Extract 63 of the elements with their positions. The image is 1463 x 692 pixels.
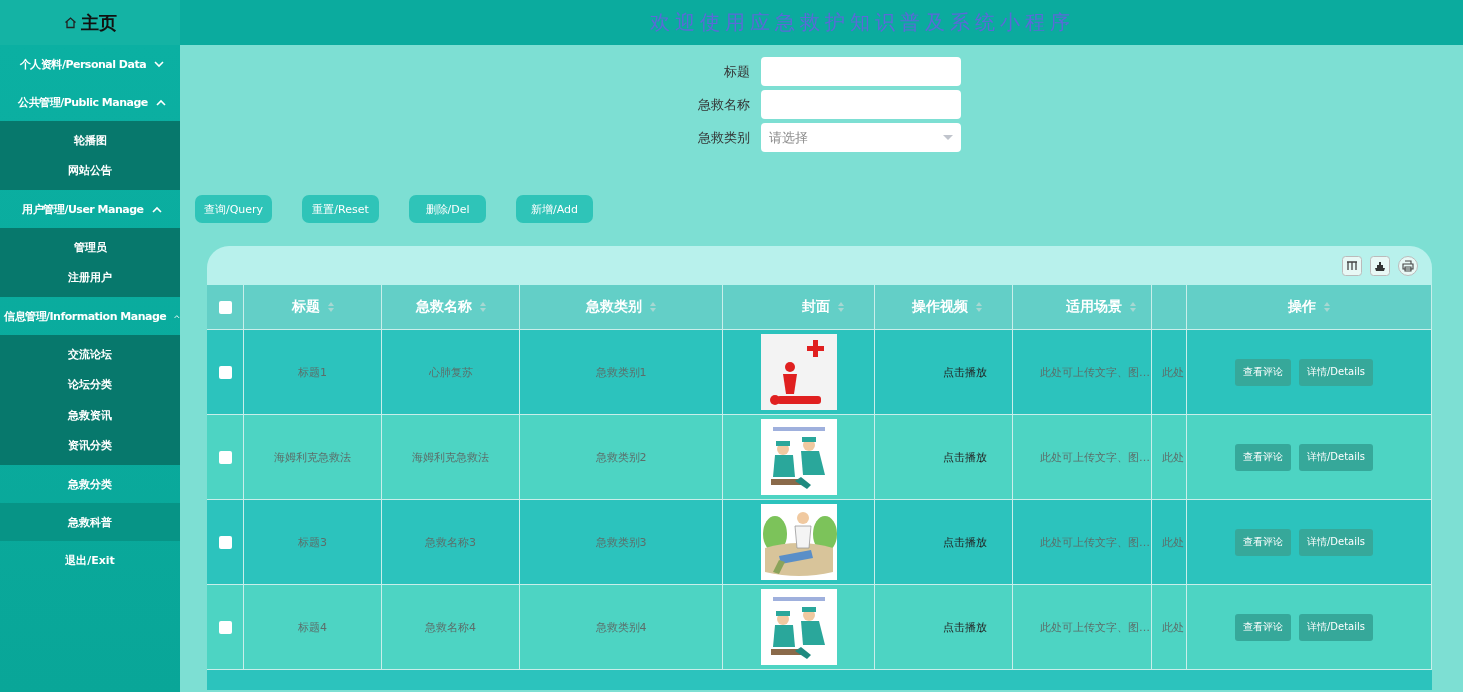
column-header[interactable]: 标题 bbox=[291, 298, 320, 316]
field-label: 标题 bbox=[723, 63, 750, 81]
menu-group[interactable]: 信息管理/Information Manage bbox=[0, 297, 180, 335]
row-action-button[interactable]: 查看评论 bbox=[1234, 443, 1291, 471]
sort-icon[interactable] bbox=[1130, 302, 1136, 312]
column-header[interactable]: 急救类别 bbox=[586, 298, 642, 316]
sort-icon[interactable] bbox=[479, 302, 486, 312]
columns-icon[interactable] bbox=[1342, 255, 1362, 276]
sort-icon[interactable] bbox=[650, 302, 656, 312]
column-header[interactable]: 封面 bbox=[802, 298, 830, 316]
menu-group[interactable]: 用户管理/User Manage bbox=[0, 190, 180, 228]
checkbox[interactable] bbox=[218, 535, 232, 549]
row-action-button[interactable]: 详情/Details bbox=[1298, 613, 1373, 641]
action-button[interactable]: 查询/Query bbox=[195, 195, 272, 223]
checkbox[interactable] bbox=[218, 620, 232, 634]
chevron-up-icon bbox=[174, 312, 180, 320]
menu-item[interactable]: 管理员 bbox=[0, 232, 180, 263]
menu-group[interactable]: 个人资料/Personal Data bbox=[0, 45, 180, 83]
menu-item[interactable]: 急救科普 bbox=[0, 503, 180, 541]
checkbox[interactable] bbox=[218, 365, 232, 379]
app-title: 欢迎使用应急救护知识普及系统小程序 bbox=[649, 9, 1076, 36]
sort-icon[interactable] bbox=[838, 302, 844, 312]
menu-item[interactable]: 网站公告 bbox=[0, 155, 180, 186]
column-header[interactable]: 操作视频 bbox=[912, 298, 968, 316]
row-action-button[interactable]: 详情/Details bbox=[1298, 358, 1373, 386]
menu-item[interactable]: 急救资讯 bbox=[0, 400, 180, 431]
row-action-button[interactable]: 查看评论 bbox=[1234, 358, 1291, 386]
checkbox[interactable] bbox=[218, 300, 232, 314]
export-icon[interactable] bbox=[1370, 255, 1390, 276]
row-action-button[interactable]: 查看评论 bbox=[1234, 613, 1291, 641]
menu-item[interactable]: 资讯分类 bbox=[0, 430, 180, 461]
menu-item[interactable]: 论坛分类 bbox=[0, 369, 180, 400]
action-button[interactable]: 重置/Reset bbox=[302, 195, 379, 223]
column-header[interactable]: 急救名称 bbox=[415, 298, 472, 316]
chevron-up-icon bbox=[151, 205, 162, 213]
row-action-button[interactable]: 详情/Details bbox=[1298, 528, 1373, 556]
checkbox[interactable] bbox=[218, 450, 232, 464]
field-label: 急救名称 bbox=[697, 96, 750, 114]
field-label: 急救类别 bbox=[697, 129, 750, 147]
menu-item[interactable]: 急救分类 bbox=[0, 465, 180, 503]
menu-item[interactable]: 轮播图 bbox=[0, 125, 180, 156]
row-action-button[interactable]: 查看评论 bbox=[1234, 528, 1291, 556]
menu-item[interactable]: 退出/Exit bbox=[0, 541, 180, 579]
input-field[interactable] bbox=[761, 90, 961, 119]
menu-item[interactable]: 交流论坛 bbox=[0, 339, 180, 370]
sort-icon[interactable] bbox=[976, 302, 982, 312]
menu-item[interactable]: 注册用户 bbox=[0, 262, 180, 293]
sort-icon[interactable] bbox=[1324, 302, 1330, 312]
action-button[interactable]: 新增/Add bbox=[516, 195, 593, 223]
input-field[interactable] bbox=[761, 57, 961, 86]
home-link[interactable]: 主页 bbox=[0, 0, 180, 45]
caret-icon bbox=[943, 134, 953, 141]
chevron-down-icon bbox=[154, 60, 165, 68]
menu-group[interactable]: 公共管理/Public Manage bbox=[0, 83, 180, 121]
action-button[interactable]: 删除/Del bbox=[409, 195, 486, 223]
column-header[interactable]: 适用场景 bbox=[1066, 298, 1122, 316]
chevron-up-icon bbox=[155, 98, 166, 106]
print-icon[interactable] bbox=[1398, 255, 1418, 276]
sort-icon[interactable] bbox=[327, 302, 334, 312]
column-header[interactable]: 操作 bbox=[1288, 298, 1316, 316]
row-action-button[interactable]: 详情/Details bbox=[1298, 443, 1373, 471]
home-icon bbox=[63, 16, 77, 29]
select-field[interactable]: 请选择 bbox=[761, 123, 961, 152]
